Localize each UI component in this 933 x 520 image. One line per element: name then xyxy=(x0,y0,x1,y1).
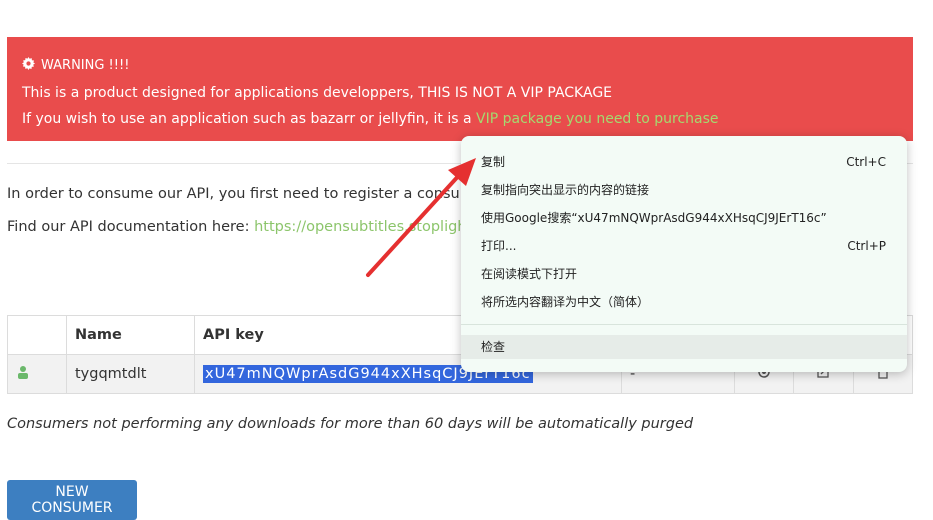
status-cell xyxy=(7,354,67,394)
menu-item-shortcut: Ctrl+P xyxy=(847,239,886,253)
docs-link[interactable]: https://opensubtitles.stoplight.io xyxy=(254,219,490,235)
menu-item-inspect[interactable]: 检查 xyxy=(461,335,907,359)
menu-item-label: 打印... xyxy=(481,239,517,253)
consumer-name: tygqmtdlt xyxy=(66,354,195,394)
gear-icon xyxy=(22,57,35,70)
menu-separator xyxy=(461,324,907,325)
warning-title: WARNING !!!! xyxy=(41,58,130,73)
menu-item-google-search[interactable]: 使用Google搜索“xU47mNQWprAsdG944xXHsqCJ9JErT… xyxy=(461,206,907,230)
new-consumer-button[interactable]: NEW CONSUMER xyxy=(7,480,137,520)
menu-item-shortcut: Ctrl+C xyxy=(846,155,886,169)
menu-item-label: 复制指向突出显示的内容的链接 xyxy=(481,183,650,197)
docs-label: Find our API documentation here: xyxy=(7,219,255,235)
register-text: In order to consume our API, you first n… xyxy=(7,186,489,202)
docs-line: Find our API documentation here: https:/… xyxy=(7,219,490,235)
header-name: Name xyxy=(66,315,195,355)
menu-item-copy-link[interactable]: 复制指向突出显示的内容的链接 xyxy=(461,178,907,202)
warning-line-2: If you wish to use an application such a… xyxy=(22,106,898,133)
user-icon xyxy=(18,366,28,379)
menu-item-translate[interactable]: 将所选内容翻译为中文（简体） xyxy=(461,290,907,314)
menu-item-label: 检查 xyxy=(481,340,506,354)
context-menu: 复制 Ctrl+C 复制指向突出显示的内容的链接 使用Google搜索“xU47… xyxy=(461,136,907,372)
vip-package-link[interactable]: VIP package you need to purchase xyxy=(476,111,719,127)
purge-note: Consumers not performing any downloads f… xyxy=(7,416,694,432)
menu-item-reading-mode[interactable]: 在阅读模式下打开 xyxy=(461,262,907,286)
menu-item-print[interactable]: 打印... Ctrl+P xyxy=(461,234,907,258)
menu-item-label: 使用Google搜索“xU47mNQWprAsdG944xXHsqCJ9JErT… xyxy=(481,211,827,225)
warning-banner: WARNING !!!! This is a product designed … xyxy=(7,37,913,141)
menu-item-label: 在阅读模式下打开 xyxy=(481,267,578,281)
menu-item-copy[interactable]: 复制 Ctrl+C xyxy=(461,150,907,174)
header-icon-cell xyxy=(7,315,67,355)
menu-item-label: 将所选内容翻译为中文（简体） xyxy=(481,295,650,309)
warning-line-1: This is a product designed for applicati… xyxy=(22,84,613,101)
warning-line-2-text: If you wish to use an application such a… xyxy=(22,111,476,127)
warning-title-row: WARNING !!!! xyxy=(22,53,898,80)
menu-item-label: 复制 xyxy=(481,155,506,169)
